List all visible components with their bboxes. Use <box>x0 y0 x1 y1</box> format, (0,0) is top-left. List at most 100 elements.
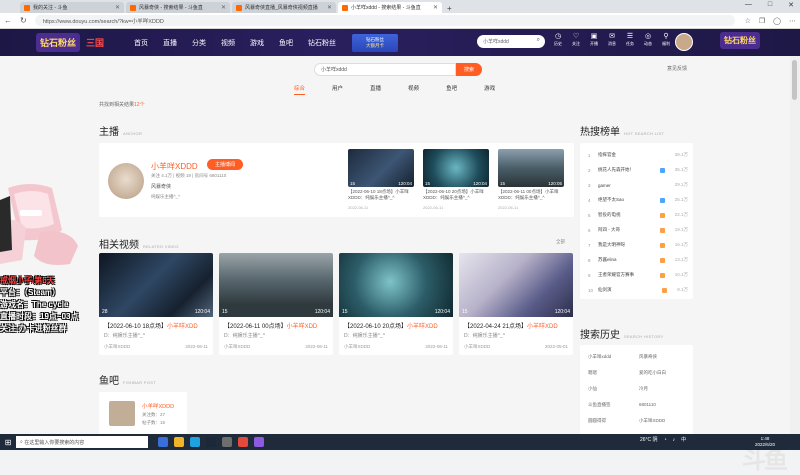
anchor-avatar[interactable] <box>108 163 144 199</box>
history-item[interactable]: 嗯嗯 <box>588 370 640 376</box>
view-all-videos-link[interactable]: 全部 <box>556 239 565 245</box>
mini-video-caption[interactable]: 【2022-06-10 18点场】小羊咩XDDD：纯娱乐主播^_^ <box>348 189 414 201</box>
history-item[interactable]: 小羊咩XDDD <box>639 418 691 424</box>
more-icon[interactable]: ⋯ <box>789 17 796 25</box>
history-item[interactable]: 爱的吃小白白 <box>639 370 691 376</box>
hot-search-item[interactable]: 9 王者荣耀官方赛事 10.1万 <box>588 270 688 280</box>
mini-video-thumbnail[interactable]: 15 120:04 <box>423 149 489 187</box>
video-card[interactable]: 15 120:04 【2022-06-11 00点场】小羊咩XDD D：纯娱乐主… <box>219 253 333 355</box>
tasks-button[interactable]: ☰ 任务 <box>624 33 636 47</box>
network-icon[interactable]: ◔ <box>664 437 667 443</box>
diamond-fan-badge[interactable]: 钻石粉丝 <box>720 32 760 49</box>
video-title[interactable]: 【2022-06-11 00点场】小羊咩XDD <box>224 321 332 330</box>
video-title[interactable]: 【2022-06-10 20点场】小羊咩XDD <box>344 321 452 330</box>
tab-live[interactable]: 直播 <box>370 84 381 95</box>
video-author[interactable]: 小羊咩XDDD <box>464 344 490 350</box>
fishbar-name[interactable]: 小羊咩XDDD <box>142 402 174 410</box>
file-explorer-icon[interactable] <box>174 437 184 447</box>
tab-fishbar[interactable]: 鱼吧 <box>446 84 457 95</box>
anchor-category[interactable]: 风暴奇侠 <box>151 183 171 190</box>
taskbar-clock[interactable]: 1:48 2022/6/20 <box>755 436 775 448</box>
volume-icon[interactable]: ♪ <box>673 437 676 443</box>
video-author[interactable]: 小羊咩XDDD <box>344 344 370 350</box>
close-tab-icon[interactable]: ✕ <box>221 4 226 11</box>
scrollbar-thumb[interactable] <box>792 60 797 100</box>
maximize-button[interactable]: □ <box>768 1 772 9</box>
nav-live[interactable]: 直播 <box>163 38 177 48</box>
nav-game[interactable]: 游戏 <box>250 38 264 48</box>
collections-icon[interactable]: ❐ <box>759 17 765 25</box>
header-search-input[interactable]: 小羊咩xddd ⌕ <box>477 35 545 48</box>
video-author[interactable]: 小羊咩XDDD <box>104 344 130 350</box>
nav-diamond[interactable]: 钻石粉丝 <box>308 38 336 48</box>
profile-icon[interactable]: ◯ <box>773 17 781 25</box>
site-logo[interactable]: 钻石粉丝 三国 <box>0 29 110 56</box>
close-window-button[interactable]: ✕ <box>788 1 794 9</box>
history-item[interactable]: 风暴奇侠 <box>639 354 691 360</box>
browser-tab-active[interactable]: 小羊咩xddd - 搜索结果 - 斗鱼直 ✕ <box>338 2 442 13</box>
refresh-icon[interactable]: ↻ <box>20 16 27 25</box>
close-tab-icon[interactable]: ✕ <box>327 4 332 11</box>
hot-search-item[interactable]: 6 阿四 - 大哥 19.1万 <box>588 225 688 235</box>
fishbar-avatar[interactable] <box>109 401 135 426</box>
user-avatar[interactable] <box>675 33 693 51</box>
video-card[interactable]: 15 120:04 【2022-04-24 21点场】小羊咩XDD D：纯娱乐主… <box>459 253 573 355</box>
fishbar-card[interactable]: 小羊咩XDDD 关注数：27 帖子数：15 <box>99 392 187 434</box>
hot-search-item[interactable]: 3 gamer 29.1万 <box>588 180 688 190</box>
vip-banner[interactable]: 钻石粉丝 大额月卡 <box>352 33 398 52</box>
back-icon[interactable]: ← <box>4 16 12 25</box>
tab-all[interactable]: 综合 <box>294 84 306 95</box>
browser-tab-2[interactable]: 风暴奇侠 - 搜索结果 - 斗鱼直 ✕ <box>126 2 230 13</box>
nav-home[interactable]: 首页 <box>134 38 148 48</box>
browser-tab-1[interactable]: 我的关注 - 斗鱼 ✕ <box>20 2 124 13</box>
welfare-button[interactable]: ⚲ 福利 <box>660 33 672 47</box>
search-icon[interactable]: ⌕ <box>537 37 540 44</box>
history-item[interactable]: 6801110 <box>639 402 691 407</box>
video-thumbnail[interactable]: 15 120:04 <box>339 253 453 317</box>
windows-start-icon[interactable]: ⊞ <box>0 438 16 447</box>
video-card[interactable]: 15 120:04 【2022-06-10 20点场】小羊咩XDD D：纯娱乐主… <box>339 253 453 355</box>
search-button[interactable]: 搜索 <box>456 63 482 76</box>
mini-video-thumbnail[interactable]: 15 120:04 <box>348 149 414 187</box>
video-thumbnail[interactable]: 15 120:04 <box>459 253 573 317</box>
task-view-icon[interactable] <box>158 437 168 447</box>
taskbar-search-input[interactable]: ⌕ 在这里输入你要搜索的内容 <box>16 436 148 448</box>
hot-search-item[interactable]: 7 我是大明神呀 16.1万 <box>588 240 688 250</box>
ime-indicator[interactable]: 中 <box>681 436 686 443</box>
video-thumbnail[interactable]: 28 120:04 <box>99 253 213 317</box>
history-item[interactable]: 小仙 <box>588 386 640 392</box>
mini-video-caption[interactable]: 【2022-06-11 00点场】小羊咩XDDD：纯娱乐主播^_^ <box>498 189 564 201</box>
page-scrollbar[interactable] <box>790 56 800 434</box>
browser-tab-3[interactable]: 风暴奇侠直播_风暴奇侠视频直播 ✕ <box>232 2 336 13</box>
app-icon[interactable] <box>254 437 264 447</box>
nav-video[interactable]: 视频 <box>221 38 235 48</box>
history-item[interactable]: 圆圆得得 <box>588 418 640 424</box>
anchor-follow-button[interactable]: 主播博闻 <box>207 159 243 170</box>
messages-button[interactable]: ✉ 消息 <box>606 33 618 47</box>
mini-video-thumbnail[interactable]: 15 120:05 <box>498 149 564 187</box>
video-thumbnail[interactable]: 15 120:04 <box>219 253 333 317</box>
app-icon[interactable] <box>222 437 232 447</box>
new-tab-button[interactable]: + <box>447 4 452 13</box>
tab-video[interactable]: 视频 <box>408 84 419 95</box>
anchor-name[interactable]: 小羊咩XDDD <box>151 161 198 172</box>
video-card[interactable]: 28 120:04 【2022-06-10 18点场】小羊咩XDD D：纯娱乐主… <box>99 253 213 355</box>
history-button[interactable]: ◷ 历史 <box>552 33 564 47</box>
feed-button[interactable]: ◎ 动态 <box>642 33 654 47</box>
history-item[interactable]: 冷月 <box>639 386 691 392</box>
video-title[interactable]: 【2022-04-24 21点场】小羊咩XDD <box>464 321 572 330</box>
steam-icon[interactable] <box>206 437 216 447</box>
video-author[interactable]: 小羊咩XDDD <box>224 344 250 350</box>
mini-video-caption[interactable]: 【2022-06-10 20点场】小羊咩XDDD：纯娱乐主播^_^ <box>423 189 489 201</box>
nav-category[interactable]: 分类 <box>192 38 206 48</box>
hot-search-item[interactable]: 5 智投的电视 22.1万 <box>588 210 688 220</box>
weather-indicator[interactable]: 26°C 阴 <box>640 436 658 443</box>
star-icon[interactable]: ☆ <box>745 17 751 25</box>
hot-search-item[interactable]: 8 苏酱elina 13.1万 <box>588 255 688 265</box>
history-item[interactable]: 小羊咩xddd <box>588 354 640 360</box>
follow-button[interactable]: ♡ 关注 <box>570 33 582 47</box>
close-tab-icon[interactable]: ✕ <box>115 4 120 11</box>
tab-users[interactable]: 用户 <box>332 84 343 95</box>
feedback-link[interactable]: 意见反馈 <box>667 65 687 72</box>
minimize-button[interactable]: — <box>745 1 752 9</box>
